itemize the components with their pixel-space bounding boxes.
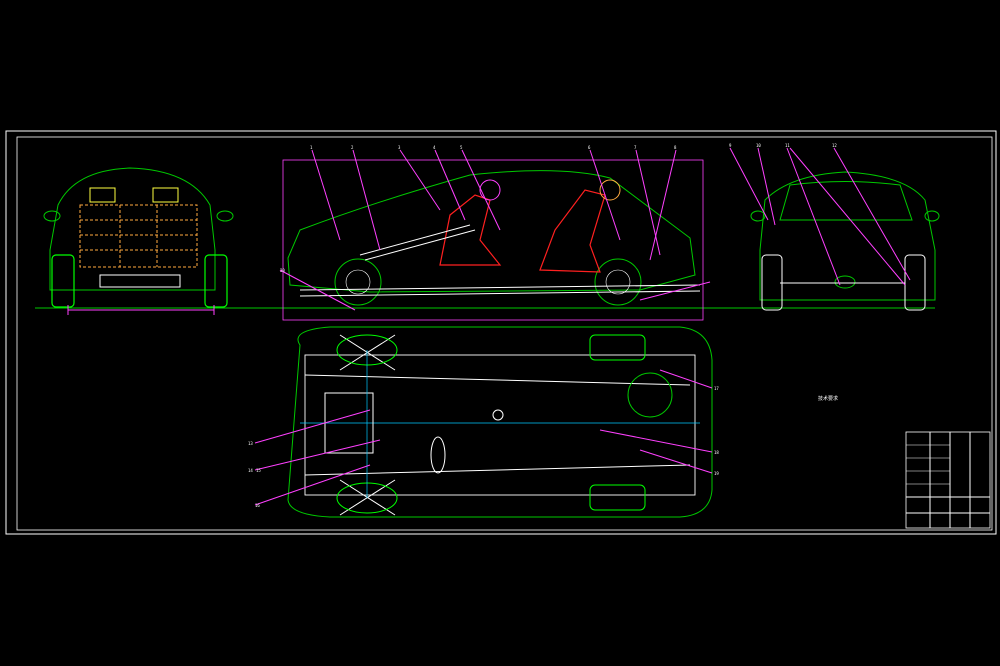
- callout-number: 15: [256, 468, 261, 473]
- callout-number: 10: [756, 143, 761, 148]
- callout-number: 17: [714, 386, 719, 391]
- callout-number: 7: [634, 145, 637, 150]
- cad-drawing-canvas: [5, 130, 997, 535]
- callout-number: 14: [248, 468, 253, 473]
- callout-number: 9: [729, 143, 732, 148]
- callout-number: 2: [351, 145, 354, 150]
- callout-number: 20: [280, 268, 285, 273]
- callout-number: 5: [460, 145, 463, 150]
- callout-number: 16: [255, 503, 260, 508]
- callout-number: 12: [832, 143, 837, 148]
- callout-number: 8: [674, 145, 677, 150]
- callout-number: 19: [714, 471, 719, 476]
- front-view: [43, 167, 234, 315]
- callout-number: 1: [310, 145, 313, 150]
- callout-number: 18: [714, 450, 719, 455]
- callout-number: 6: [588, 145, 591, 150]
- rear-view: [729, 147, 940, 311]
- callout-number: 13: [248, 441, 253, 446]
- outer-frame: [5, 130, 997, 535]
- callout-number: 4: [433, 145, 436, 150]
- inner-frame: [16, 136, 993, 531]
- callout-number: 11: [785, 143, 790, 148]
- title-block: [905, 431, 991, 529]
- plan-view: [254, 326, 713, 518]
- notes-title: 技术要求: [818, 396, 839, 402]
- side-view: [279, 149, 711, 321]
- callout-number: 3: [398, 145, 401, 150]
